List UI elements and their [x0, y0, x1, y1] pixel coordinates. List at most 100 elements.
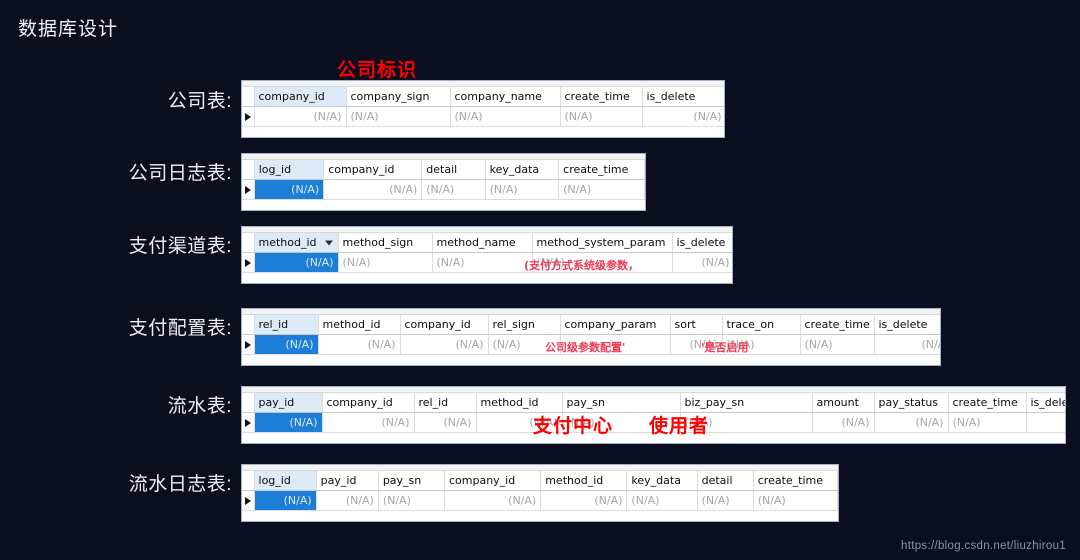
cell-is-delete[interactable]: (N/A) — [874, 334, 940, 355]
column-header-pay-status[interactable]: pay_status — [874, 393, 949, 413]
chevron-down-icon[interactable] — [324, 240, 333, 245]
column-header-biz-pay-sn[interactable]: biz_pay_sn — [680, 393, 813, 413]
cell-detail[interactable]: (N/A) — [421, 179, 486, 200]
row-selector-gutter[interactable] — [242, 179, 255, 200]
column-header-key-data[interactable]: key_data — [485, 160, 560, 180]
row-selector-gutter[interactable] — [242, 106, 255, 127]
column-header-method-id[interactable]: method_id — [318, 315, 401, 335]
table-row[interactable]: (N/A) (N/A) (N/A) (N/A) (N/A) — [242, 106, 724, 127]
cell-pay-id[interactable]: (N/A) — [254, 412, 323, 433]
cell-method-id[interactable]: (N/A) — [254, 252, 339, 273]
table-label-payment-config-table: 支付配置表: — [128, 318, 232, 339]
cell-rel-id[interactable]: (N/A) — [254, 334, 319, 355]
cell-is-delete[interactable]: (N/A) — [1026, 412, 1065, 433]
payment-flow-log-table[interactable]: log_id pay_id pay_sn company_id method_id key… — [241, 464, 839, 522]
cell-is-delete[interactable]: (N/A) — [672, 252, 732, 273]
column-header-key-data[interactable]: key_data — [626, 471, 698, 491]
cell-create-time[interactable]: (N/A) — [800, 334, 875, 355]
table-row[interactable]: (N/A)(N/A)(N/A)(N/A)(N/A)(N/A)(N/A)(N/A) — [242, 490, 838, 511]
cell-create-time[interactable]: (N/A) — [558, 179, 645, 200]
table-label-payment-flow-table: 流水表: — [167, 396, 232, 417]
table-label-payment-method-table: 支付渠道表: — [128, 236, 232, 257]
row-selector-gutter[interactable] — [242, 334, 255, 355]
column-header-company-id[interactable]: company_id — [254, 87, 347, 107]
column-header-rel-sign[interactable]: rel_sign — [488, 315, 561, 335]
cell-create-time[interactable]: (N/A) — [560, 106, 643, 127]
cell-log-id[interactable]: (N/A) — [254, 490, 317, 511]
current-row-arrow-icon — [245, 418, 251, 427]
cell-company-id[interactable]: (N/A) — [323, 179, 423, 200]
column-header-log-id[interactable]: log_id — [254, 160, 325, 180]
column-header-company-id[interactable]: company_id — [322, 393, 415, 413]
column-header-pay-sn[interactable]: pay_sn — [562, 393, 681, 413]
column-header-rel-id[interactable]: rel_id — [254, 315, 319, 335]
cell-create-time[interactable]: (N/A) — [948, 412, 1027, 433]
cell-company-name[interactable]: (N/A) — [450, 106, 561, 127]
column-header-method-name[interactable]: method_name — [432, 233, 533, 253]
column-header-create-time[interactable]: create_time — [800, 315, 875, 335]
table-row[interactable]: (N/A) (N/A) (N/A) (N/A) (N/A) — [242, 252, 732, 273]
company-log-table[interactable]: log_id company_id detail key_data create_tim… — [241, 153, 646, 211]
column-header-create-time[interactable]: create_time — [560, 87, 643, 107]
cell-company-sign[interactable]: (N/A) — [346, 106, 451, 127]
cell-company-id[interactable]: (N/A) — [400, 334, 489, 355]
column-header-method-sign[interactable]: method_sign — [338, 233, 433, 253]
column-header-create-time[interactable]: create_time — [948, 393, 1027, 413]
column-header-company-sign[interactable]: company_sign — [346, 87, 451, 107]
cell-amount[interactable]: (N/A) — [812, 412, 875, 433]
column-header-pay-sn[interactable]: pay_sn — [378, 471, 445, 491]
column-header-sort[interactable]: sort — [670, 315, 723, 335]
cell-method-id[interactable]: (N/A) — [318, 334, 401, 355]
payment-config-table[interactable]: rel_id method_id company_id rel_sign company… — [241, 308, 941, 366]
column-header-company-id[interactable]: company_id — [444, 471, 542, 491]
row-selector-gutter[interactable] — [242, 252, 255, 273]
column-header-company-param[interactable]: company_param — [560, 315, 671, 335]
cell-company-id[interactable]: (N/A) — [444, 490, 542, 511]
column-header-trace-on[interactable]: trace_on — [722, 315, 801, 335]
column-header-company-name[interactable]: company_name — [450, 87, 561, 107]
cell-company-id[interactable]: (N/A) — [322, 412, 415, 433]
company-table[interactable]: company_id company_sign company_name create… — [241, 80, 725, 138]
column-header-amount[interactable]: amount — [812, 393, 875, 413]
column-header-method-system-param[interactable]: method_system_param — [532, 233, 673, 253]
cell-method-id[interactable]: (N/A) — [540, 490, 628, 511]
cell-method-name[interactable]: (N/A) — [432, 252, 533, 273]
column-header-detail[interactable]: detail — [697, 471, 754, 491]
cell-method-sign[interactable]: (N/A) — [338, 252, 433, 273]
column-header-method-id[interactable]: method_id — [540, 471, 628, 491]
row-gutter-header — [242, 471, 255, 491]
column-header-company-id[interactable]: company_id — [323, 160, 423, 180]
grid-header-row: pay_id company_id rel_id method_id pay_sn biz… — [242, 393, 1065, 413]
column-header-pay-id[interactable]: pay_id — [316, 471, 379, 491]
column-header-pay-id[interactable]: pay_id — [254, 393, 323, 413]
column-header-method-id[interactable]: method_id — [476, 393, 563, 413]
column-header-is-delete[interactable]: is_delete — [1026, 393, 1065, 413]
cell-key-data[interactable]: (N/A) — [485, 179, 560, 200]
cell-company-id[interactable]: (N/A) — [254, 106, 347, 127]
column-header-is-delete[interactable]: is_delete — [874, 315, 940, 335]
column-header-is-delete[interactable]: is_delete — [642, 87, 724, 107]
cell-create-time[interactable]: (N/A) — [753, 490, 838, 511]
column-header-is-delete[interactable]: is_delete — [672, 233, 732, 253]
column-header-rel-id[interactable]: rel_id — [414, 393, 477, 413]
cell-pay-id[interactable]: (N/A) — [316, 490, 379, 511]
cell-key-data[interactable]: (N/A) — [626, 490, 698, 511]
row-selector-gutter[interactable] — [242, 490, 255, 511]
table-row[interactable]: (N/A) (N/A) (N/A) (N/A) (N/A) — [242, 179, 645, 200]
column-header-create-time[interactable]: create_time — [753, 471, 838, 491]
column-header-create-time[interactable]: create_time — [558, 160, 645, 180]
row-selector-gutter[interactable] — [242, 412, 255, 433]
pay-center-callout: 支付中心 — [533, 416, 614, 437]
cell-pay-status[interactable]: (N/A) — [874, 412, 949, 433]
column-header-log-id[interactable]: log_id — [254, 471, 317, 491]
column-header-detail[interactable]: detail — [421, 160, 486, 180]
payment-method-table[interactable]: method_id method_sign method_name method_sy… — [241, 226, 733, 284]
cell-is-delete[interactable]: (N/A) — [642, 106, 724, 127]
column-header-company-id[interactable]: company_id — [400, 315, 489, 335]
cell-rel-id[interactable]: (N/A) — [414, 412, 477, 433]
row-gutter-header — [242, 87, 255, 107]
cell-detail[interactable]: (N/A) — [697, 490, 754, 511]
column-header-method-id[interactable]: method_id — [254, 233, 339, 253]
cell-log-id[interactable]: (N/A) — [254, 179, 325, 200]
cell-pay-sn[interactable]: (N/A) — [378, 490, 445, 511]
